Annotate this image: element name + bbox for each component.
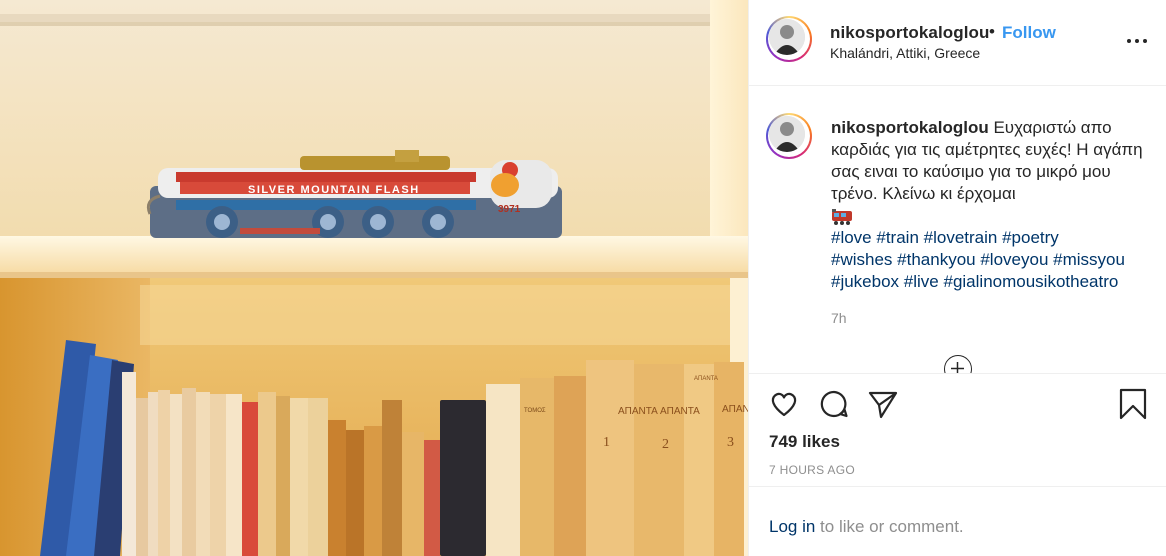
bookmark-icon[interactable] bbox=[1117, 388, 1149, 420]
svg-text:ΑΠΑΝΤΑ: ΑΠΑΝΤΑ bbox=[694, 376, 718, 382]
heart-icon[interactable] bbox=[768, 388, 800, 420]
svg-text:2: 2 bbox=[662, 437, 669, 452]
post-author-username[interactable]: nikosportokaloglou bbox=[830, 23, 990, 43]
post-caption: nikosportokaloglou Ευχαριστώ απο καρδιάς… bbox=[831, 117, 1153, 329]
photo-scene: SILVER MOUNTAIN FLASH 3971 ΑΠΑΝΤΑ 1 2 ΑΠ… bbox=[0, 0, 748, 556]
separator-dot: • bbox=[989, 22, 995, 41]
follow-button[interactable]: Follow bbox=[1002, 23, 1056, 43]
hashtag-link[interactable]: #wishes bbox=[831, 250, 892, 269]
svg-text:3971: 3971 bbox=[498, 204, 521, 215]
post-timestamp[interactable]: 7 HOURS AGO bbox=[769, 463, 855, 477]
caption-username[interactable]: nikosportokaloglou bbox=[831, 118, 989, 137]
avatar[interactable] bbox=[766, 16, 812, 62]
profile-picture bbox=[769, 116, 805, 152]
likes-count[interactable]: 749 likes bbox=[769, 432, 840, 452]
profile-picture bbox=[769, 19, 805, 55]
svg-text:SILVER MOUNTAIN FLASH: SILVER MOUNTAIN FLASH bbox=[248, 184, 420, 196]
svg-text:ΑΠΑΝ: ΑΠΑΝ bbox=[722, 404, 748, 415]
load-more-comments-icon[interactable] bbox=[944, 355, 972, 373]
hashtag-link[interactable]: #lovetrain bbox=[924, 228, 998, 247]
hashtag-link[interactable]: #love bbox=[831, 228, 872, 247]
comments-section: nikosportokaloglou Ευχαριστώ απο καρδιάς… bbox=[749, 87, 1166, 373]
post-header: nikosportokaloglou • Follow Khalándri, A… bbox=[749, 0, 1166, 86]
hashtag-link[interactable]: #gialinomousikotheatro bbox=[944, 272, 1119, 291]
post-side-panel: nikosportokaloglou • Follow Khalándri, A… bbox=[748, 0, 1166, 556]
login-prompt-text: to like or comment. bbox=[815, 517, 964, 536]
svg-text:1: 1 bbox=[603, 435, 610, 450]
more-options-icon[interactable] bbox=[1126, 27, 1148, 53]
svg-text:3: 3 bbox=[727, 435, 734, 450]
train-emoji-icon bbox=[831, 208, 853, 226]
hashtag-link[interactable]: #live bbox=[904, 272, 939, 291]
post-photo[interactable]: SILVER MOUNTAIN FLASH 3971 ΑΠΑΝΤΑ 1 2 ΑΠ… bbox=[0, 0, 748, 556]
login-link[interactable]: Log in bbox=[769, 517, 815, 536]
login-prompt: Log in to like or comment. bbox=[749, 486, 1166, 556]
share-icon[interactable] bbox=[867, 388, 899, 420]
hashtag-link[interactable]: #missyou bbox=[1053, 250, 1125, 269]
hashtag-link[interactable]: #loveyou bbox=[980, 250, 1048, 269]
svg-text:ΑΠΑΝΤΑ: ΑΠΑΝΤΑ bbox=[660, 406, 700, 417]
svg-text:ΑΠΑΝΤΑ: ΑΠΑΝΤΑ bbox=[618, 406, 658, 417]
hashtags: #love #train #lovetrain #poetry #wishes … bbox=[831, 228, 1125, 291]
hashtag-link[interactable]: #train bbox=[876, 228, 919, 247]
hashtag-link[interactable]: #jukebox bbox=[831, 272, 899, 291]
post-location[interactable]: Khalándri, Attiki, Greece bbox=[830, 45, 980, 61]
comment-icon[interactable] bbox=[818, 388, 850, 420]
caption-avatar[interactable] bbox=[766, 113, 812, 159]
hashtag-link[interactable]: #thankyou bbox=[897, 250, 975, 269]
caption-timestamp[interactable]: 7h bbox=[831, 307, 1153, 329]
svg-text:ΤΟΜΟΣ: ΤΟΜΟΣ bbox=[524, 408, 546, 414]
post-actions: 749 likes 7 HOURS AGO Log in to like or … bbox=[749, 373, 1166, 556]
hashtag-link[interactable]: #poetry bbox=[1002, 228, 1059, 247]
